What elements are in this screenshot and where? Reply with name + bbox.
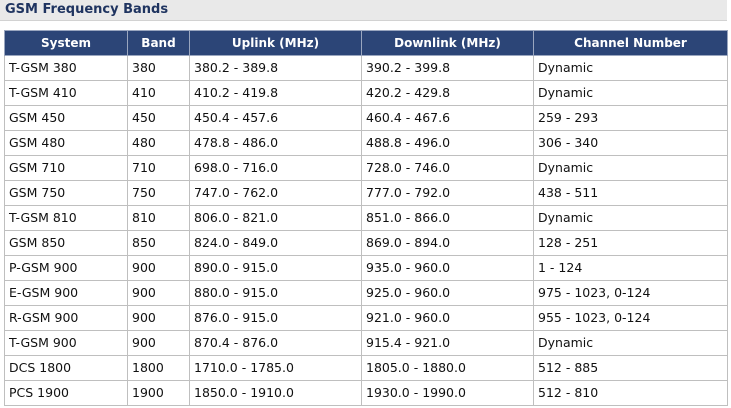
cell-system: T-GSM 810 (4, 205, 128, 231)
cell-channel-number: Dynamic (533, 55, 728, 81)
table-row: GSM 450 450 450.4 - 457.6 460.4 - 467.6 … (4, 105, 728, 131)
cell-uplink: 450.4 - 457.6 (189, 105, 362, 131)
cell-system: T-GSM 410 (4, 80, 128, 106)
table-row: GSM 850 850 824.0 - 849.0 869.0 - 894.0 … (4, 230, 728, 256)
cell-band: 1800 (127, 355, 190, 381)
cell-channel-number: Dynamic (533, 155, 728, 181)
cell-downlink: 728.0 - 746.0 (361, 155, 534, 181)
cell-uplink: 880.0 - 915.0 (189, 280, 362, 306)
cell-channel-number: 512 - 810 (533, 380, 728, 406)
cell-downlink: 915.4 - 921.0 (361, 330, 534, 356)
cell-uplink: 806.0 - 821.0 (189, 205, 362, 231)
cell-system: P-GSM 900 (4, 255, 128, 281)
cell-system: GSM 480 (4, 130, 128, 156)
cell-band: 900 (127, 330, 190, 356)
table-header-row: System Band Uplink (MHz) Downlink (MHz) … (4, 30, 728, 56)
cell-band: 710 (127, 155, 190, 181)
cell-band: 900 (127, 305, 190, 331)
cell-band: 900 (127, 255, 190, 281)
column-header-uplink: Uplink (MHz) (189, 30, 362, 56)
cell-downlink: 390.2 - 399.8 (361, 55, 534, 81)
table-row: T-GSM 380 380 380.2 - 389.8 390.2 - 399.… (4, 55, 728, 81)
table-row: T-GSM 410 410 410.2 - 419.8 420.2 - 429.… (4, 80, 728, 106)
column-header-channel-number: Channel Number (533, 30, 728, 56)
cell-downlink: 869.0 - 894.0 (361, 230, 534, 256)
cell-uplink: 890.0 - 915.0 (189, 255, 362, 281)
section-title-bar: GSM Frequency Bands (0, 0, 727, 21)
page-title: GSM Frequency Bands (5, 2, 169, 17)
table-row: DCS 1800 1800 1710.0 - 1785.0 1805.0 - 1… (4, 355, 728, 381)
cell-channel-number: 259 - 293 (533, 105, 728, 131)
cell-channel-number: Dynamic (533, 330, 728, 356)
cell-uplink: 1710.0 - 1785.0 (189, 355, 362, 381)
cell-system: GSM 450 (4, 105, 128, 131)
cell-uplink: 870.4 - 876.0 (189, 330, 362, 356)
table-row: E-GSM 900 900 880.0 - 915.0 925.0 - 960.… (4, 280, 728, 306)
table-row: T-GSM 900 900 870.4 - 876.0 915.4 - 921.… (4, 330, 728, 356)
cell-system: T-GSM 380 (4, 55, 128, 81)
cell-downlink: 1805.0 - 1880.0 (361, 355, 534, 381)
cell-downlink: 925.0 - 960.0 (361, 280, 534, 306)
cell-channel-number: 438 - 511 (533, 180, 728, 206)
cell-system: DCS 1800 (4, 355, 128, 381)
gsm-bands-table: System Band Uplink (MHz) Downlink (MHz) … (4, 30, 728, 406)
cell-band: 750 (127, 180, 190, 206)
cell-system: R-GSM 900 (4, 305, 128, 331)
cell-channel-number: 512 - 885 (533, 355, 728, 381)
cell-band: 480 (127, 130, 190, 156)
cell-channel-number: 306 - 340 (533, 130, 728, 156)
cell-downlink: 851.0 - 866.0 (361, 205, 534, 231)
cell-band: 410 (127, 80, 190, 106)
cell-uplink: 698.0 - 716.0 (189, 155, 362, 181)
cell-downlink: 488.8 - 496.0 (361, 130, 534, 156)
cell-system: PCS 1900 (4, 380, 128, 406)
cell-band: 380 (127, 55, 190, 81)
cell-system: GSM 750 (4, 180, 128, 206)
cell-uplink: 1850.0 - 1910.0 (189, 380, 362, 406)
table-row: GSM 710 710 698.0 - 716.0 728.0 - 746.0 … (4, 155, 728, 181)
table-row: GSM 750 750 747.0 - 762.0 777.0 - 792.0 … (4, 180, 728, 206)
table-row: T-GSM 810 810 806.0 - 821.0 851.0 - 866.… (4, 205, 728, 231)
cell-system: GSM 710 (4, 155, 128, 181)
table-row: PCS 1900 1900 1850.0 - 1910.0 1930.0 - 1… (4, 380, 728, 406)
cell-channel-number: 975 - 1023, 0-124 (533, 280, 728, 306)
cell-system: GSM 850 (4, 230, 128, 256)
cell-system: T-GSM 900 (4, 330, 128, 356)
column-header-band: Band (127, 30, 190, 56)
cell-uplink: 876.0 - 915.0 (189, 305, 362, 331)
table-row: R-GSM 900 900 876.0 - 915.0 921.0 - 960.… (4, 305, 728, 331)
cell-downlink: 777.0 - 792.0 (361, 180, 534, 206)
cell-channel-number: 1 - 124 (533, 255, 728, 281)
column-header-system: System (4, 30, 128, 56)
cell-downlink: 1930.0 - 1990.0 (361, 380, 534, 406)
cell-band: 450 (127, 105, 190, 131)
cell-band: 810 (127, 205, 190, 231)
table-row: GSM 480 480 478.8 - 486.0 488.8 - 496.0 … (4, 130, 728, 156)
cell-band: 900 (127, 280, 190, 306)
cell-system: E-GSM 900 (4, 280, 128, 306)
cell-uplink: 380.2 - 389.8 (189, 55, 362, 81)
table-row: P-GSM 900 900 890.0 - 915.0 935.0 - 960.… (4, 255, 728, 281)
cell-uplink: 410.2 - 419.8 (189, 80, 362, 106)
cell-downlink: 935.0 - 960.0 (361, 255, 534, 281)
cell-uplink: 478.8 - 486.0 (189, 130, 362, 156)
cell-uplink: 824.0 - 849.0 (189, 230, 362, 256)
cell-band: 850 (127, 230, 190, 256)
cell-channel-number: Dynamic (533, 80, 728, 106)
cell-channel-number: 955 - 1023, 0-124 (533, 305, 728, 331)
cell-band: 1900 (127, 380, 190, 406)
cell-downlink: 460.4 - 467.6 (361, 105, 534, 131)
cell-channel-number: 128 - 251 (533, 230, 728, 256)
cell-downlink: 420.2 - 429.8 (361, 80, 534, 106)
cell-downlink: 921.0 - 960.0 (361, 305, 534, 331)
column-header-downlink: Downlink (MHz) (361, 30, 534, 56)
cell-channel-number: Dynamic (533, 205, 728, 231)
cell-uplink: 747.0 - 762.0 (189, 180, 362, 206)
